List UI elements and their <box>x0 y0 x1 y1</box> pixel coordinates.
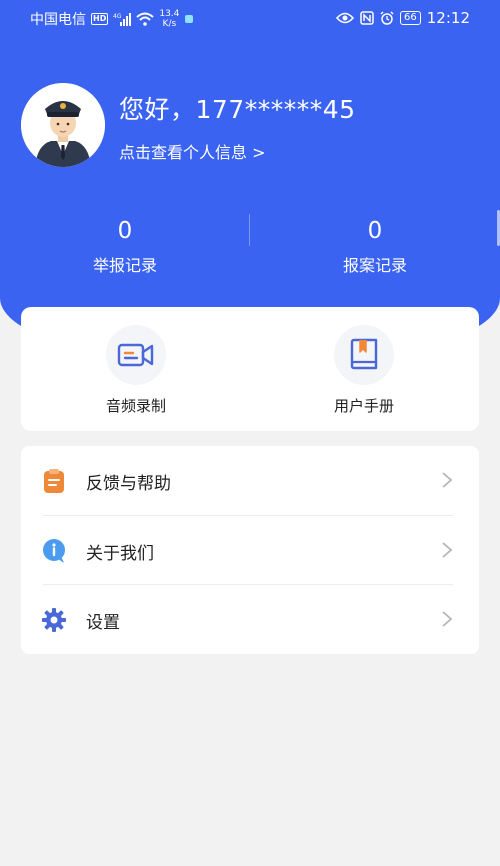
gear-icon <box>42 608 66 632</box>
chevron-right-icon <box>442 542 453 558</box>
menu-label-feedback-help: 反馈与帮助 <box>86 474 171 494</box>
chevron-right-icon <box>442 611 453 627</box>
status-time: 12:12 <box>426 9 470 27</box>
case-count: 0 <box>367 218 383 244</box>
user-manual-icon-bg <box>334 325 394 385</box>
report-records-stat[interactable]: 0 举报记录 <box>0 214 250 276</box>
menu-label-settings: 设置 <box>86 613 120 633</box>
hd-badge: HD <box>91 13 109 25</box>
menu-item-about-us[interactable]: 关于我们 <box>21 516 479 585</box>
svg-text:4G: 4G <box>113 13 122 20</box>
user-greeting: 您好，177******45 <box>119 95 356 124</box>
app-notification-icon <box>185 15 194 23</box>
carrier-name: 中国电信 <box>30 12 86 28</box>
clipboard-icon <box>44 469 64 493</box>
audio-record-icon-bg <box>106 325 166 385</box>
network-speed: 13.4 K/s <box>159 9 180 29</box>
menu-label-about-us: 关于我们 <box>86 544 154 564</box>
police-officer-avatar-icon <box>21 83 105 167</box>
eye-icon <box>336 12 355 24</box>
video-camera-icon <box>117 343 154 367</box>
chevron-right-icon <box>442 472 453 488</box>
case-records-stat[interactable]: 0 报案记录 <box>250 214 500 276</box>
case-label: 报案记录 <box>342 256 407 275</box>
audio-record-button[interactable]: 音频录制 <box>66 325 206 416</box>
user-manual-label: 用户手册 <box>333 397 394 415</box>
nfc-icon <box>360 11 374 25</box>
alarm-icon <box>380 11 394 25</box>
user-manual-button[interactable]: 用户手册 <box>294 325 434 416</box>
signal-icon: 4G <box>113 13 132 26</box>
info-bubble-icon <box>43 539 65 563</box>
quick-actions-card: 音频录制 用户手册 <box>21 307 479 431</box>
view-profile-link[interactable]: 点击查看个人信息 > <box>119 139 266 163</box>
status-bar: 中国电信 HD 4G 13.4 K/s 66 12:12 <box>0 0 500 36</box>
audio-record-label: 音频录制 <box>105 397 166 415</box>
menu-item-feedback-help[interactable]: 反馈与帮助 <box>21 446 479 515</box>
battery-indicator: 66 <box>400 11 421 25</box>
book-icon <box>350 338 378 370</box>
menu-list: 反馈与帮助 关于我们 设置 <box>21 446 479 654</box>
report-label: 举报记录 <box>92 256 157 275</box>
avatar[interactable] <box>21 83 105 167</box>
wifi-icon <box>136 12 155 26</box>
menu-item-settings[interactable]: 设置 <box>21 585 479 654</box>
report-count: 0 <box>117 218 133 244</box>
